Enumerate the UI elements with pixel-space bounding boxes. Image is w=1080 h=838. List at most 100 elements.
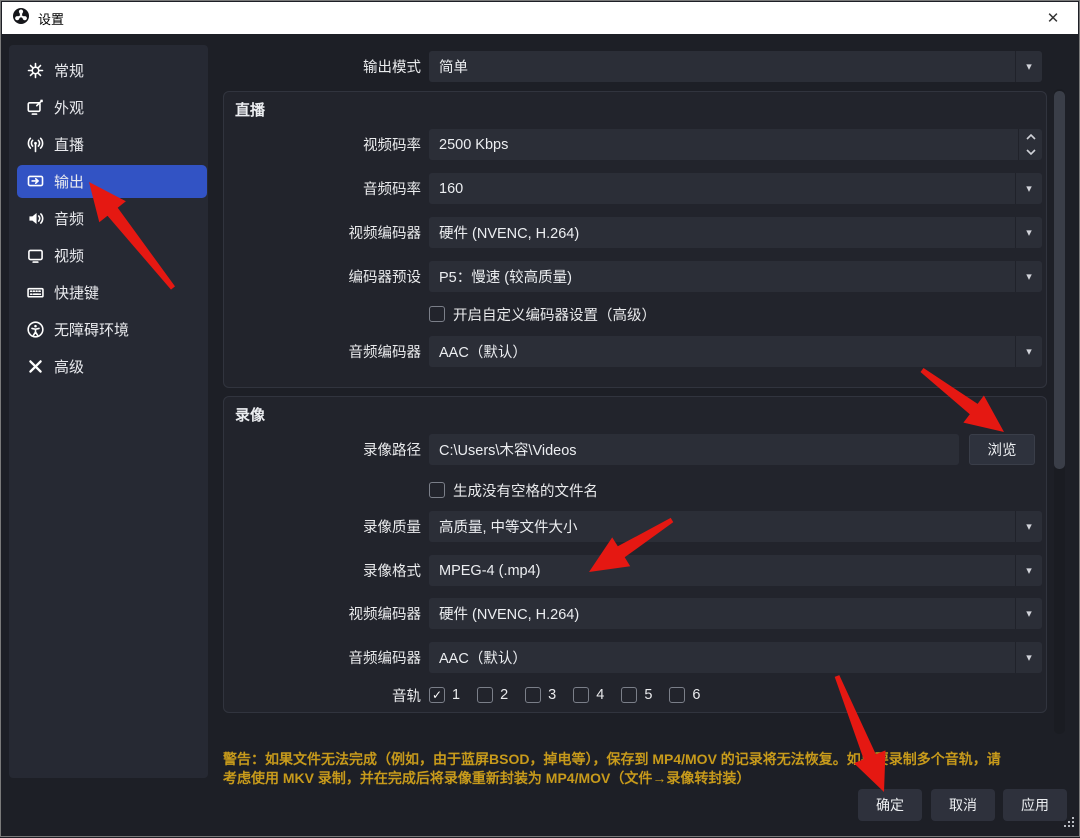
titlebar: 设置 ✕: [2, 2, 1078, 34]
track-label: 3: [548, 687, 557, 703]
stream-audio-encoder-row: 音频编码器 AAC（默认） ▾: [223, 336, 1047, 367]
rec-audio-encoder-select[interactable]: AAC（默认） ▾: [429, 642, 1042, 673]
output-icon: [26, 173, 44, 191]
output-mode-select[interactable]: 简单 ▾: [429, 51, 1042, 82]
chevron-down-icon[interactable]: ▾: [1015, 336, 1042, 367]
sidebar-item-label: 外观: [54, 100, 85, 117]
sidebar-item-8[interactable]: 无障碍环境: [17, 313, 206, 346]
recording-path-label: 录像路径: [363, 443, 421, 459]
spin-down-icon[interactable]: [1019, 145, 1042, 161]
track-checkbox-4[interactable]: [573, 687, 590, 703]
obs-logo-icon: [12, 7, 30, 30]
recording-quality-select[interactable]: 高质量, 中等文件大小 ▾: [429, 511, 1042, 542]
sidebar-item-9[interactable]: 高级: [17, 350, 206, 383]
recording-format-value: MPEG-4 (.mp4): [439, 562, 541, 579]
chevron-down-icon[interactable]: ▾: [1015, 642, 1042, 673]
hotkeys-icon: [26, 284, 44, 302]
accessibility-icon: [26, 321, 44, 339]
sidebar-item-4[interactable]: 输出: [17, 165, 207, 198]
warning-text: 警告：如果文件无法完成（例如，由于蓝屏BSOD，掉电等），保存到 MP4/MOV…: [223, 750, 1051, 788]
ok-button[interactable]: 确定: [858, 789, 922, 821]
recording-quality-row: 录像质量 高质量, 中等文件大小 ▾: [223, 511, 1047, 542]
chevron-down-icon[interactable]: ▾: [1015, 173, 1042, 204]
sidebar-item-label: 常规: [54, 63, 85, 80]
track-label: 5: [644, 687, 653, 703]
track-checkbox-2[interactable]: [477, 687, 494, 703]
close-icon[interactable]: ✕: [1038, 4, 1068, 32]
spinner[interactable]: [1018, 129, 1042, 160]
recording-path-value: C:\Users\木容\Videos: [439, 443, 577, 459]
chevron-down-icon[interactable]: ▾: [1015, 598, 1042, 629]
audio-encoder-label: 音频编码器: [348, 651, 422, 667]
scrollbar-track[interactable]: [1054, 89, 1065, 734]
sidebar-item-2[interactable]: 外观: [17, 91, 206, 124]
streaming-title: 直播: [235, 102, 266, 119]
stream-video-encoder-select[interactable]: 硬件 (NVENC, H.264) ▾: [429, 217, 1042, 248]
chevron-down-icon[interactable]: ▾: [1015, 51, 1042, 82]
sidebar-item-6[interactable]: 视频: [17, 239, 206, 272]
chevron-down-icon[interactable]: ▾: [1015, 555, 1042, 586]
sidebar-item-label: 视频: [54, 248, 85, 265]
settings-window: 设置 ✕ 常规 外观 直播 输出 音频 视频 快捷键 无障碍环境 高级 输出模式 简单 ▾ 直播…: [0, 0, 1080, 837]
audio-track-checkboxes: ✓ 1 2 3 4 5 6: [429, 687, 700, 703]
sidebar-item-label: 高级: [54, 359, 85, 376]
track-label: 6: [692, 687, 701, 703]
sidebar-item-label: 快捷键: [54, 285, 100, 302]
chevron-down-icon[interactable]: ▾: [1015, 261, 1042, 292]
sidebar-item-7[interactable]: 快捷键: [17, 276, 206, 309]
custom-encoder-row: 开启自定义编码器设置（高级）: [223, 304, 1047, 324]
custom-encoder-label: 开启自定义编码器设置（高级）: [453, 307, 656, 324]
cancel-button[interactable]: 取消: [931, 789, 995, 821]
audio-bitrate-row: 音频码率 160 ▾: [223, 173, 1047, 204]
sidebar-item-label: 音频: [54, 211, 85, 228]
video-bitrate-label: 视频码率: [363, 138, 421, 154]
video-encoder-value: 硬件 (NVENC, H.264): [439, 607, 580, 623]
encoder-preset-value: P5：慢速 (较高质量): [439, 270, 572, 286]
sidebar-item-label: 输出: [54, 174, 85, 191]
sidebar-item-label: 直播: [54, 137, 85, 154]
gear-icon: [26, 62, 44, 80]
track-checkbox-5[interactable]: [621, 687, 638, 703]
chevron-down-icon[interactable]: ▾: [1015, 511, 1042, 542]
no-space-checkbox[interactable]: [429, 482, 445, 498]
spin-up-icon[interactable]: [1019, 129, 1042, 145]
stream-audio-encoder-select[interactable]: AAC（默认） ▾: [429, 336, 1042, 367]
sidebar-item-3[interactable]: 直播: [17, 128, 206, 161]
encoder-preset-row: 编码器预设 P5：慢速 (较高质量) ▾: [223, 261, 1047, 292]
video-bitrate-value: 2500 Kbps: [439, 136, 509, 153]
rec-video-encoder-row: 视频编码器 硬件 (NVENC, H.264) ▾: [223, 598, 1047, 629]
scrollbar-thumb[interactable]: [1054, 91, 1065, 469]
audio-bitrate-label: 音频码率: [363, 182, 421, 198]
track-checkbox-3[interactable]: [525, 687, 542, 703]
appearance-icon: [26, 99, 44, 117]
sidebar-item-5[interactable]: 音频: [17, 202, 206, 235]
encoder-preset-select[interactable]: P5：慢速 (较高质量) ▾: [429, 261, 1042, 292]
output-mode-row: 输出模式 简单 ▾: [223, 51, 1047, 82]
track-checkbox-6[interactable]: [669, 687, 686, 703]
video-bitrate-input[interactable]: 2500 Kbps: [429, 129, 1042, 160]
recording-title: 录像: [235, 407, 266, 424]
browse-button[interactable]: 浏览: [969, 434, 1035, 465]
audio-encoder-value: AAC（默认）: [439, 345, 527, 361]
track-label: 2: [500, 687, 509, 703]
window-title: 设置: [38, 11, 65, 27]
audio-bitrate-select[interactable]: 160 ▾: [429, 173, 1042, 204]
no-space-row: 生成没有空格的文件名: [223, 480, 1047, 500]
stream-icon: [26, 136, 44, 154]
apply-button[interactable]: 应用: [1003, 789, 1067, 821]
video-encoder-label: 视频编码器: [348, 226, 422, 242]
track-label: 1: [452, 687, 461, 703]
audio-track-5: 5: [621, 687, 652, 703]
sidebar-item-1[interactable]: 常规: [17, 54, 206, 87]
resize-grip-icon[interactable]: [1064, 815, 1075, 833]
audio-encoder-value: AAC（默认）: [439, 651, 527, 667]
recording-path-input[interactable]: C:\Users\木容\Videos: [429, 434, 959, 465]
rec-video-encoder-select[interactable]: 硬件 (NVENC, H.264) ▾: [429, 598, 1042, 629]
recording-format-select[interactable]: MPEG-4 (.mp4) ▾: [429, 555, 1042, 586]
no-space-label: 生成没有空格的文件名: [453, 483, 598, 500]
chevron-down-icon[interactable]: ▾: [1015, 217, 1042, 248]
video-bitrate-row: 视频码率 2500 Kbps: [223, 129, 1047, 160]
custom-encoder-checkbox[interactable]: [429, 306, 445, 322]
track-checkbox-1[interactable]: ✓: [429, 687, 445, 703]
audio-track-3: 3: [525, 687, 556, 703]
